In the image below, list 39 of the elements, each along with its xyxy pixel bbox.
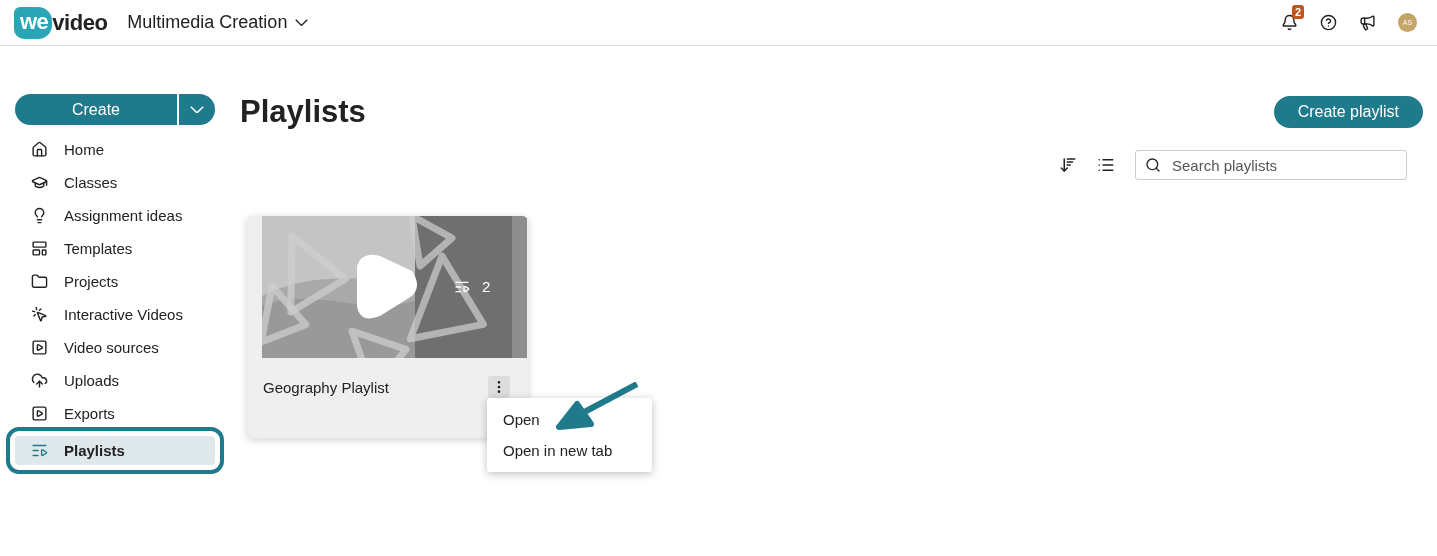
- sidebar-item[interactable]: Classes: [15, 168, 215, 197]
- cloud-upload-icon: [31, 372, 48, 389]
- create-playlist-button[interactable]: Create playlist: [1273, 96, 1423, 128]
- notifications-button[interactable]: [1281, 14, 1298, 31]
- list-view-icon[interactable]: [1097, 156, 1115, 174]
- play-square-icon: [31, 405, 48, 422]
- workspace-dropdown[interactable]: Multimedia Creation: [127, 12, 309, 33]
- page-title: Playlists: [240, 94, 366, 130]
- sidebar-item[interactable]: Home: [15, 135, 215, 164]
- chevron-down-icon: [190, 105, 204, 114]
- logo[interactable]: we video: [14, 6, 108, 39]
- sidebar-item[interactable]: Exports: [15, 399, 215, 428]
- playlist-icon: [31, 442, 48, 459]
- megaphone-icon[interactable]: [1359, 14, 1376, 31]
- sidebar-item[interactable]: Templates: [15, 234, 215, 263]
- home-icon: [31, 141, 48, 158]
- graduation-cap-icon: [31, 174, 48, 191]
- create-button[interactable]: Create: [15, 94, 177, 125]
- folder-icon: [31, 273, 48, 290]
- cursor-click-icon: [31, 306, 48, 323]
- template-icon: [31, 240, 48, 257]
- video-source-icon: [31, 339, 48, 356]
- menu-item[interactable]: Open in new tab: [487, 435, 652, 466]
- notification-count: 2: [1292, 5, 1305, 19]
- search-field[interactable]: Search playlists: [1135, 150, 1407, 180]
- sort-icon[interactable]: [1059, 156, 1077, 174]
- help-icon[interactable]: [1320, 14, 1337, 31]
- sidebar-item[interactable]: Interactive Videos: [15, 300, 215, 329]
- sidebar-item[interactable]: Video sources: [15, 333, 215, 362]
- sidebar-item[interactable]: Assignment ideas: [15, 201, 215, 230]
- search-icon: [1145, 157, 1161, 173]
- more-options-button[interactable]: [488, 376, 510, 398]
- create-dropdown-button[interactable]: [177, 94, 215, 125]
- sidebar-item[interactable]: Uploads: [15, 366, 215, 395]
- sidebar-item[interactable]: Projects: [15, 267, 215, 296]
- video-count: 2: [454, 278, 491, 295]
- menu-item[interactable]: Open: [487, 404, 652, 435]
- chevron-down-icon: [295, 18, 309, 27]
- playlist-title: Geography Playlist: [263, 378, 389, 396]
